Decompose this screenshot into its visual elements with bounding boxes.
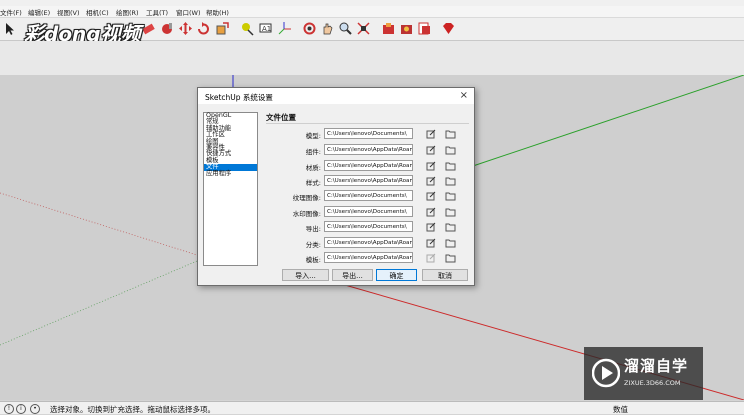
file-location-row: 材质: C:\Users\lenovo\AppData\Roaming [266,160,471,173]
file-location-row: 纹理图像: C:\Users\lenovo\Documents\ [266,190,471,203]
edit-icon[interactable] [426,238,436,248]
row-label: 材质: [305,164,321,172]
tape-measure-icon[interactable] [240,21,255,36]
rotate-icon[interactable] [196,21,211,36]
menu-view[interactable]: 视图(V) [57,7,80,17]
play-logo-icon [592,358,620,388]
folder-icon[interactable] [445,129,456,139]
close-icon[interactable]: × [460,90,468,101]
svg-text:A1: A1 [262,25,271,33]
status-bar: ! i • 选择对象。切换到扩充选择。拖动鼠标选择多项。 数值 [0,401,744,414]
menu-draw[interactable]: 绘图(R) [116,7,139,17]
folder-icon[interactable] [445,207,456,217]
axes-icon[interactable] [277,21,292,36]
red-axis-dotted [0,192,198,256]
viewport-top [0,41,744,75]
section-divider [266,123,469,124]
path-field[interactable]: C:\Users\lenovo\AppData\Roaming [324,252,413,263]
watermark-url: ZIXUE.3D66.COM [624,379,681,387]
file-location-row: 分类: C:\Users\lenovo\AppData\Roaming [266,237,471,250]
edit-icon[interactable] [426,191,436,201]
file-location-row: 模型: C:\Users\lenovo\Documents\ [266,128,471,141]
export-button[interactable]: 导出... [332,269,373,281]
edit-icon[interactable] [426,207,436,217]
zoom-icon[interactable] [338,21,353,36]
path-field[interactable]: C:\Users\lenovo\AppData\Roaming [324,237,413,248]
path-field[interactable]: C:\Users\lenovo\AppData\Roaming [324,160,413,171]
path-field[interactable]: C:\Users\lenovo\Documents\ [324,190,413,201]
file-location-row: 样式: C:\Users\lenovo\AppData\Roaming [266,175,471,188]
import-button[interactable]: 导入... [282,269,329,281]
edit-icon[interactable] [426,161,436,171]
preferences-nav-list: OpenGL 常规 辅助功能 工作区 绘图 兼容性 快捷方式 模板 文件 应用程… [203,112,258,266]
extension-icon[interactable] [399,21,414,36]
ok-button[interactable]: 确定 [376,269,417,281]
nav-item-applications[interactable]: 应用程序 [204,170,257,177]
watermark-title: 溜溜自学 [624,357,689,375]
green-axis [466,74,744,169]
file-location-row: 组件: C:\Users\lenovo\AppData\Roaming [266,144,471,157]
row-label: 组件: [305,148,321,156]
row-label: 分类: [305,241,321,249]
menu-tools[interactable]: 工具(T) [146,7,168,17]
folder-icon[interactable] [445,238,456,248]
row-label: 水印图像: [292,210,321,218]
menu-help[interactable]: 帮助(H) [206,7,229,17]
row-label: 导出: [305,225,321,233]
folder-icon[interactable] [445,176,456,186]
measurement-label: 数值 [613,405,628,414]
row-label: 模型: [305,132,321,140]
push-pull-icon[interactable] [178,21,193,36]
menu-camera[interactable]: 相机(C) [86,7,109,17]
file-location-row: 导出: C:\Users\lenovo\Documents\ [266,221,471,234]
eraser-icon[interactable] [141,21,156,36]
preferences-dialog: SketchUp 系统设置 × OpenGL 常规 辅助功能 工作区 绘图 兼容… [197,87,475,286]
ruby-icon[interactable] [441,21,456,36]
folder-icon[interactable] [445,222,456,232]
menu-bar: 文件(F) 编辑(E) 视图(V) 相机(C) 绘图(R) 工具(T) 窗口(W… [0,6,744,18]
green-axis-dotted [0,260,198,346]
status-text: 选择对象。切换到扩充选择。拖动鼠标选择多项。 [50,405,215,414]
path-field[interactable]: C:\Users\lenovo\Documents\ [324,128,413,139]
scale-icon[interactable] [215,21,230,36]
row-label: 纹理图像: [292,194,321,202]
watermark-badge: 溜溜自学 ZIXUE.3D66.COM [584,347,703,400]
path-field[interactable]: C:\Users\lenovo\Documents\ [324,206,413,217]
dialog-body: OpenGL 常规 辅助功能 工作区 绘图 兼容性 快捷方式 模板 文件 应用程… [198,104,474,285]
dialog-title: SketchUp 系统设置 [205,93,273,102]
edit-icon[interactable] [426,145,436,155]
menu-edit[interactable]: 编辑(E) [28,7,50,17]
edit-icon[interactable] [426,176,436,186]
row-label: 样式: [305,179,321,187]
warehouse-icon[interactable] [381,21,396,36]
menu-window[interactable]: 窗口(W) [176,7,201,17]
edit-icon[interactable] [426,222,436,232]
section-title: 文件位置 [266,113,296,122]
folder-icon[interactable] [445,145,456,155]
row-label: 模板: [305,256,321,264]
menu-file[interactable]: 文件(F) [0,7,22,17]
zoom-extents-icon[interactable] [356,21,371,36]
file-location-row: 水印图像: C:\Users\lenovo\Documents\ [266,206,471,219]
pan-icon[interactable] [320,21,335,36]
file-location-row: 模板: C:\Users\lenovo\AppData\Roaming [266,252,471,265]
orbit-icon[interactable] [302,21,317,36]
edit-icon[interactable] [426,129,436,139]
folder-icon[interactable] [445,253,456,263]
cancel-button[interactable]: 取消 [422,269,468,281]
paint-icon[interactable] [160,21,175,36]
path-field[interactable]: C:\Users\lenovo\AppData\Roaming [324,144,413,155]
edit-icon[interactable] [426,253,436,263]
folder-icon[interactable] [445,161,456,171]
path-field[interactable]: C:\Users\lenovo\Documents\ [324,221,413,232]
layer-icon[interactable] [417,21,432,36]
folder-icon[interactable] [445,191,456,201]
path-field[interactable]: C:\Users\lenovo\AppData\Roaming [324,175,413,186]
select-icon[interactable] [2,21,17,36]
text-icon[interactable]: A1 [258,21,273,36]
